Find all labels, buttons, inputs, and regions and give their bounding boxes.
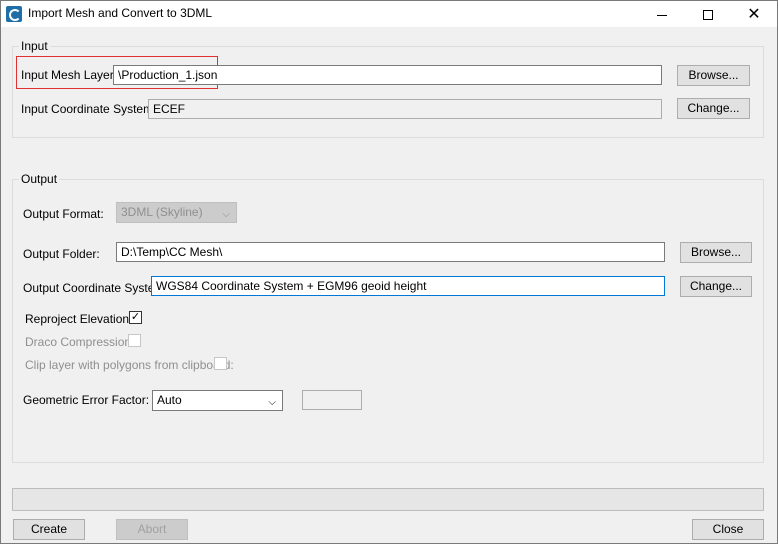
input-browse-button[interactable]: Browse...: [677, 65, 750, 86]
clip-layer-label: Clip layer with polygons from clipboard:: [25, 358, 234, 372]
output-folder-field[interactable]: D:\Temp\CC Mesh\: [116, 242, 665, 262]
output-format-select[interactable]: 3DML (Skyline) ⌵: [116, 202, 237, 223]
check-icon: ✓: [130, 311, 141, 323]
geometric-error-factor-custom-field[interactable]: [302, 390, 362, 410]
close-icon: ✕: [747, 6, 761, 23]
draco-compression-label: Draco Compression:: [25, 335, 135, 349]
input-mesh-layer-label: Input Mesh Layer:: [21, 68, 118, 82]
input-change-button[interactable]: Change...: [677, 98, 750, 119]
chevron-down-icon: ⌵: [268, 397, 276, 408]
reproject-elevation-label: Reproject Elevation:: [25, 312, 133, 326]
geometric-error-factor-select[interactable]: Auto ⌵: [152, 390, 283, 411]
input-coordinate-system-label: Input Coordinate System:: [21, 102, 157, 116]
window-title: Import Mesh and Convert to 3DML: [28, 6, 213, 20]
minimize-button[interactable]: [639, 1, 685, 27]
app-icon: [6, 6, 22, 22]
title-bar[interactable]: Import Mesh and Convert to 3DML ✕: [1, 1, 777, 27]
output-change-button[interactable]: Change...: [680, 276, 752, 297]
minimize-icon: [657, 14, 667, 16]
reproject-elevation-checkbox[interactable]: ✓: [129, 311, 142, 324]
close-button[interactable]: Close: [692, 519, 764, 540]
output-group-label: Output: [19, 172, 60, 186]
input-mesh-layer-field[interactable]: \Production_1.json: [113, 65, 662, 85]
output-folder-label: Output Folder:: [23, 247, 100, 261]
geometric-error-factor-value: Auto: [157, 393, 182, 407]
input-group-label: Input: [19, 39, 50, 53]
geometric-error-factor-label: Geometric Error Factor:: [23, 393, 150, 407]
maximize-icon: [703, 10, 713, 21]
close-window-button[interactable]: ✕: [731, 1, 777, 27]
progress-bar: [12, 488, 764, 511]
output-format-value: 3DML (Skyline): [121, 205, 203, 219]
abort-button[interactable]: Abort: [116, 519, 188, 540]
chevron-down-icon: ⌵: [222, 209, 230, 220]
maximize-button[interactable]: [685, 1, 731, 27]
input-coordinate-system-field: ECEF: [148, 99, 662, 119]
output-browse-button[interactable]: Browse...: [680, 242, 752, 263]
dialog-window: Import Mesh and Convert to 3DML ✕ Input …: [0, 0, 778, 544]
draco-compression-checkbox[interactable]: [128, 334, 141, 347]
create-button[interactable]: Create: [13, 519, 85, 540]
output-coordinate-system-label: Output Coordinate System:: [23, 281, 168, 295]
output-coordinate-system-field[interactable]: WGS84 Coordinate System + EGM96 geoid he…: [151, 276, 665, 296]
output-format-label: Output Format:: [23, 207, 104, 221]
clip-layer-checkbox[interactable]: [214, 357, 227, 370]
